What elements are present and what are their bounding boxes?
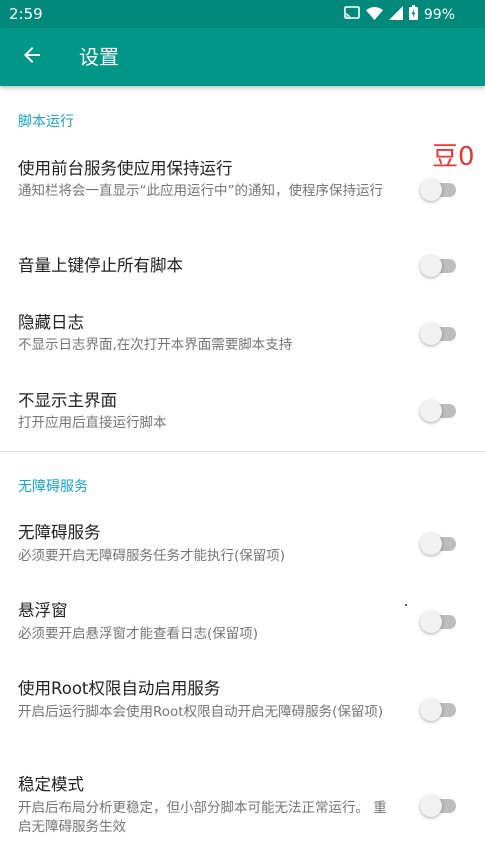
setting-title: 不显示主界面 — [18, 391, 117, 410]
hide-main-ui-toggle[interactable] — [420, 400, 458, 422]
setting-floating-window[interactable]: 悬浮窗 必须要开启悬浮窗才能查看日志(保留项) — [0, 586, 485, 664]
volume-stop-toggle[interactable] — [420, 255, 458, 277]
setting-title: 音量上键停止所有脚本 — [18, 256, 183, 275]
setting-foreground-service[interactable]: 使用前台服务使应用保持运行 通知栏将会一直显示“此应用运行中”的通知，使程序保持… — [0, 148, 485, 232]
setting-summary: 必须要开启无障碍服务任务才能执行(保留项) — [18, 548, 286, 564]
setting-stable-mode[interactable]: 稳定模式 开启后布局分析更稳定，但小部分脚本可能无法正常运行。 重启无障碍服务生… — [0, 758, 485, 862]
setting-summary: 必须要开启悬浮窗才能查看日志(保留项) — [18, 626, 259, 642]
battery-percent: 99% — [423, 6, 455, 23]
setting-summary: 开启后运行脚本会使用Root权限自动开启无障碍服务(保留项) — [18, 704, 384, 720]
toggle-thumb — [420, 611, 442, 633]
toggle-thumb — [420, 323, 442, 345]
setting-title: 隐藏日志 — [18, 313, 84, 332]
setting-title: 无障碍服务 — [18, 523, 101, 542]
setting-summary: 打开应用后直接运行脚本 — [18, 415, 167, 431]
setting-title: 使用前台服务使应用保持运行 — [18, 159, 233, 178]
accessibility-service-toggle[interactable] — [420, 533, 458, 555]
hide-log-toggle[interactable] — [420, 323, 458, 345]
setting-accessibility-service[interactable]: 无障碍服务 必须要开启无障碍服务任务才能执行(保留项) — [0, 510, 485, 586]
root-auto-enable-toggle[interactable] — [420, 699, 458, 721]
status-bar: 2:59 99% — [0, 0, 485, 28]
toggle-thumb — [420, 255, 442, 277]
back-button[interactable] — [14, 39, 50, 75]
toggle-thumb — [420, 699, 442, 721]
section-divider — [0, 451, 485, 452]
setting-volume-stop-scripts[interactable]: 音量上键停止所有脚本 — [0, 232, 485, 300]
stable-mode-toggle[interactable] — [420, 795, 458, 817]
stray-dot — [405, 604, 407, 606]
toggle-thumb — [420, 795, 442, 817]
signal-icon — [388, 5, 403, 24]
arrow-left-icon — [22, 45, 42, 69]
status-time: 2:59 — [9, 5, 43, 23]
cast-icon — [344, 5, 360, 24]
setting-hide-log[interactable]: 隐藏日志 不显示日志界面,在次打开本界面需要脚本支持 — [0, 300, 485, 376]
page-title: 设置 — [79, 45, 119, 69]
setting-title: 使用Root权限自动启用服务 — [18, 679, 221, 698]
toggle-thumb — [420, 533, 442, 555]
status-icons: 99% — [344, 5, 455, 24]
setting-summary: 不显示日志界面,在次打开本界面需要脚本支持 — [18, 337, 293, 353]
section-header-accessibility: 无障碍服务 — [18, 479, 88, 495]
battery-icon — [408, 5, 418, 24]
wifi-icon — [365, 5, 383, 24]
setting-summary: 通知栏将会一直显示“此应用运行中”的通知，使程序保持运行 — [18, 183, 383, 199]
setting-summary: 开启后布局分析更稳定，但小部分脚本可能无法正常运行。 重启无障碍服务生效 — [18, 800, 387, 835]
app-toolbar: 设置 — [0, 28, 485, 86]
foreground-service-toggle[interactable] — [420, 179, 458, 201]
section-header-script-run: 脚本运行 — [18, 114, 74, 130]
setting-root-auto-enable[interactable]: 使用Root权限自动启用服务 开启后运行脚本会使用Root权限自动开启无障碍服务… — [0, 664, 485, 758]
setting-title: 悬浮窗 — [18, 601, 68, 620]
toggle-thumb — [420, 400, 442, 422]
floating-window-toggle[interactable] — [420, 611, 458, 633]
overlay-counter-text: 豆0 — [432, 142, 475, 172]
setting-title: 稳定模式 — [18, 775, 84, 794]
toggle-thumb — [420, 179, 442, 201]
setting-hide-main-ui[interactable]: 不显示主界面 打开应用后直接运行脚本 — [0, 376, 485, 450]
